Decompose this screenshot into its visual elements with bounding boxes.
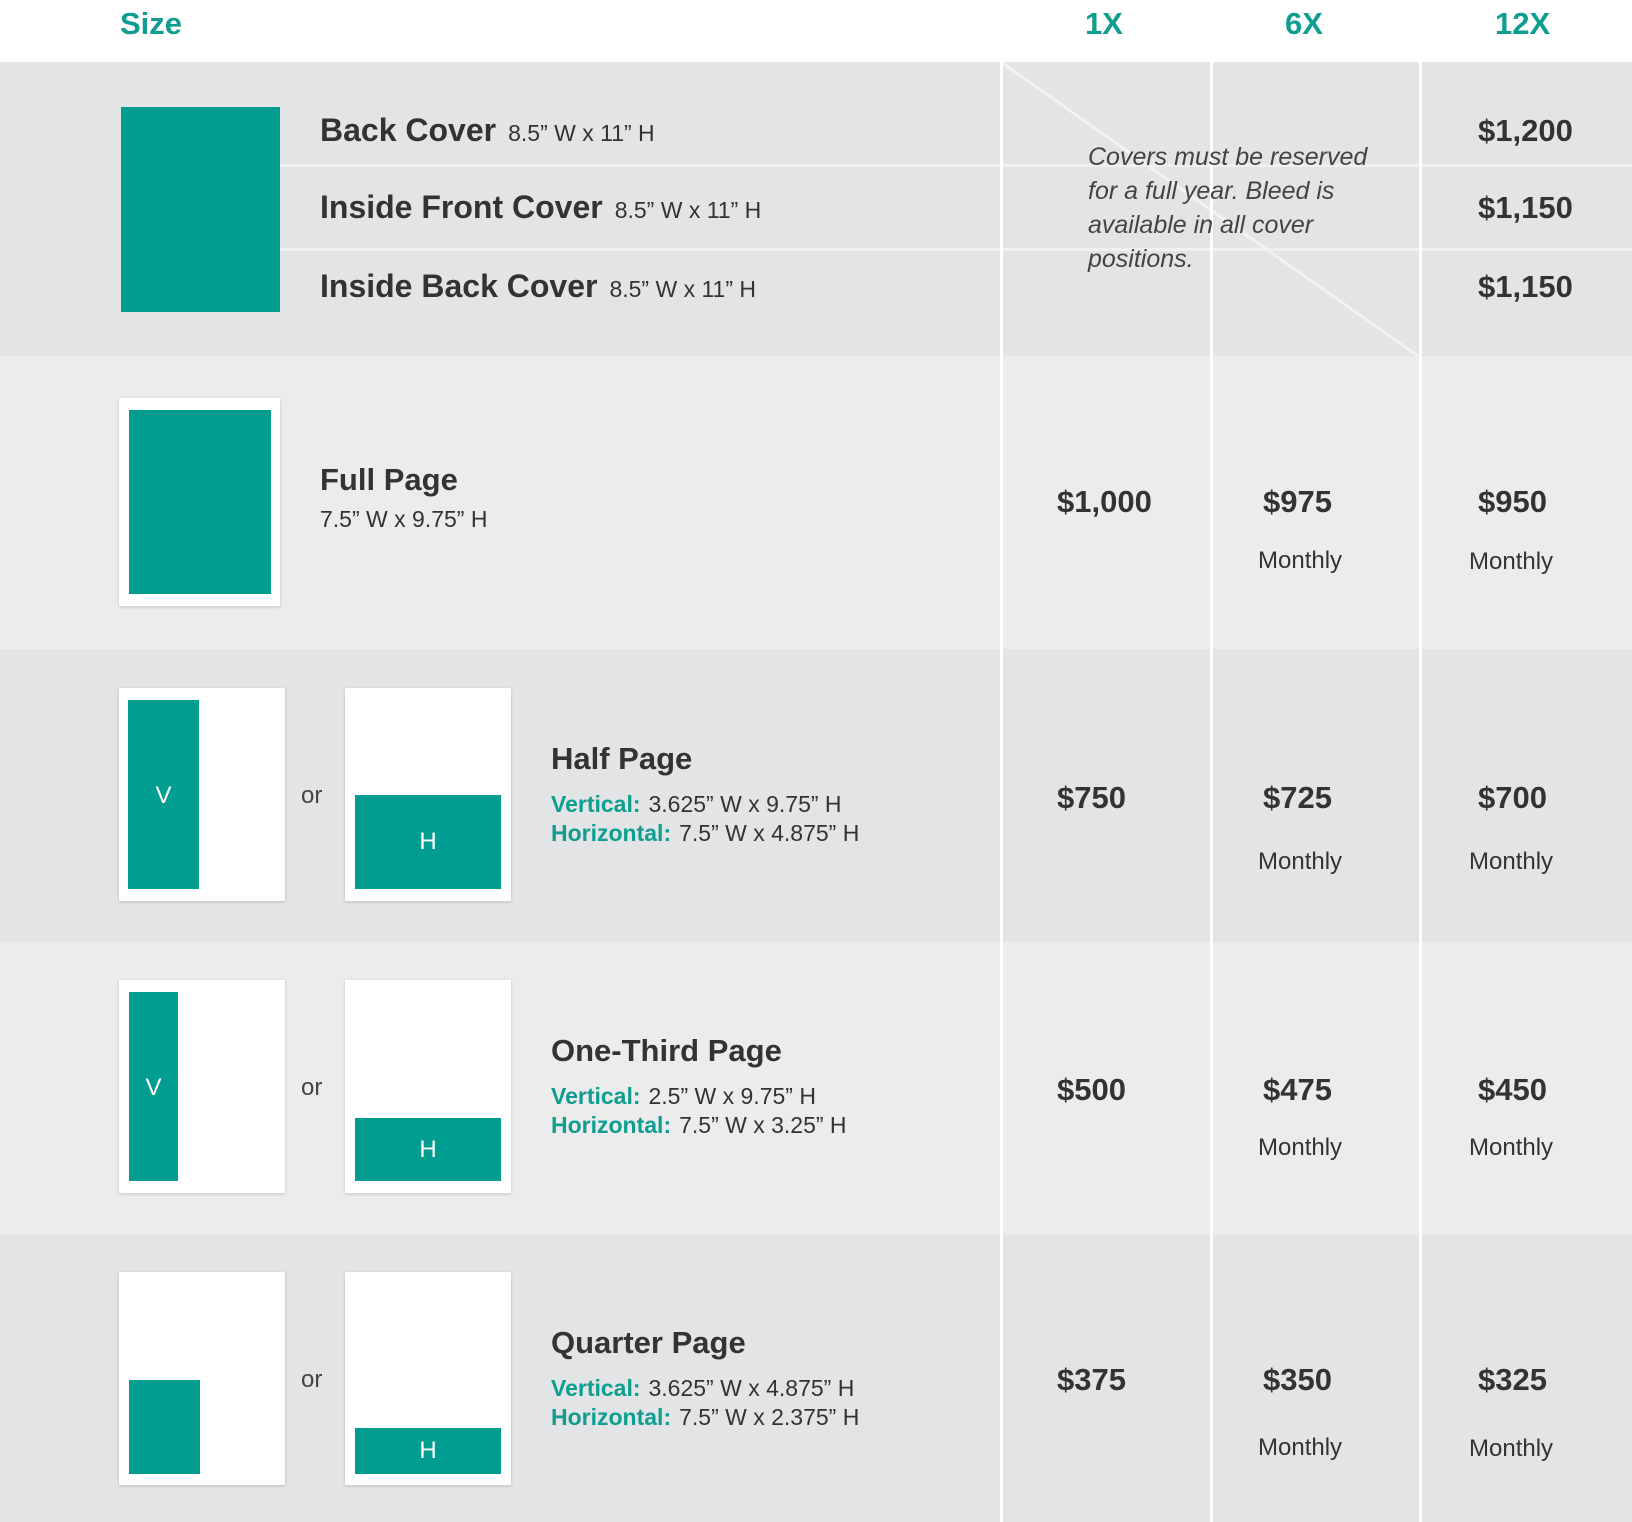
- full-page-ad-area: [129, 410, 271, 594]
- one-third-page-price-6x: $475: [1263, 1072, 1332, 1107]
- or-separator: or: [301, 1074, 323, 1101]
- column-header-size: Size: [120, 6, 183, 41]
- column-header-1x: 1X: [1085, 6, 1123, 41]
- quarter-page-frequency-6x: Monthly: [1258, 1434, 1343, 1461]
- or-separator: or: [301, 782, 323, 809]
- half-page-price-12x: $700: [1478, 780, 1547, 815]
- inside-front-cover-label: Inside Front Cover 8.5” W x 11” H: [320, 189, 762, 225]
- cover-divider: [280, 248, 1632, 251]
- quarter-page-frequency-12x: Monthly: [1469, 1435, 1554, 1462]
- inside-front-cover-price: $1,150: [1478, 190, 1573, 225]
- quarter-vertical-ad-area: [129, 1380, 200, 1474]
- inside-back-cover-price: $1,150: [1478, 269, 1573, 304]
- vertical-marker: V: [145, 1074, 162, 1101]
- one-third-horizontal-thumbnail: H: [345, 980, 511, 1193]
- quarter-page-price-12x: $325: [1478, 1362, 1547, 1397]
- full-page-dimensions: 7.5” W x 9.75” H: [320, 506, 488, 532]
- one-third-page-price-12x: $450: [1478, 1072, 1547, 1107]
- covers-note: Covers must be reserved for a full year.…: [1088, 143, 1368, 273]
- full-page-name: Full Page: [320, 462, 458, 497]
- column-divider: [1419, 62, 1422, 1522]
- full-page-thumbnail: [119, 398, 280, 606]
- one-third-page-name: One-Third Page: [551, 1033, 782, 1068]
- full-page-frequency-6x: Monthly: [1258, 547, 1343, 574]
- quarter-horizontal-thumbnail: H: [345, 1272, 511, 1485]
- half-page-vertical-thumbnail: V: [119, 688, 285, 901]
- one-third-page-frequency-12x: Monthly: [1469, 1134, 1554, 1161]
- column-header-12x: 12X: [1495, 6, 1551, 41]
- inside-back-cover-label: Inside Back Cover 8.5” W x 11” H: [320, 268, 756, 304]
- half-page-horizontal-dimensions: Horizontal: 7.5” W x 4.875” H: [551, 820, 860, 846]
- column-header-6x: 6X: [1285, 6, 1323, 41]
- quarter-page-name: Quarter Page: [551, 1325, 746, 1360]
- one-third-page-frequency-6x: Monthly: [1258, 1134, 1343, 1161]
- one-third-horizontal-dimensions: Horizontal: 7.5” W x 3.25” H: [551, 1112, 847, 1138]
- full-page-price-12x: $950: [1478, 484, 1547, 519]
- column-divider: [1210, 62, 1213, 1522]
- full-page-price-6x: $975: [1263, 484, 1332, 519]
- column-divider: [1000, 62, 1003, 1522]
- half-page-frequency-6x: Monthly: [1258, 848, 1343, 875]
- vertical-marker: V: [155, 782, 172, 809]
- half-page-vertical-dimensions: Vertical: 3.625” W x 9.75” H: [551, 791, 842, 817]
- half-page-horizontal-thumbnail: H: [345, 688, 511, 901]
- half-page-frequency-12x: Monthly: [1469, 848, 1554, 875]
- or-separator: or: [301, 1366, 323, 1393]
- horizontal-marker: H: [419, 1437, 437, 1464]
- half-page-price-1x: $750: [1057, 780, 1126, 815]
- quarter-vertical-dimensions: Vertical: 3.625” W x 4.875” H: [551, 1375, 855, 1401]
- horizontal-marker: H: [419, 828, 437, 855]
- quarter-horizontal-dimensions: Horizontal: 7.5” W x 2.375” H: [551, 1404, 860, 1430]
- back-cover-label: Back Cover 8.5” W x 11” H: [320, 112, 655, 148]
- full-page-frequency-12x: Monthly: [1469, 548, 1554, 575]
- half-page-price-6x: $725: [1263, 780, 1332, 815]
- half-page-name: Half Page: [551, 741, 693, 776]
- quarter-page-price-1x: $375: [1057, 1362, 1126, 1397]
- quarter-page-price-6x: $350: [1263, 1362, 1332, 1397]
- one-third-vertical-thumbnail: V: [119, 980, 285, 1193]
- horizontal-marker: H: [419, 1136, 437, 1163]
- quarter-vertical-thumbnail: [119, 1272, 285, 1485]
- full-page-price-1x: $1,000: [1057, 484, 1152, 519]
- cover-divider: [280, 164, 1632, 167]
- cover-thumbnail: [121, 107, 280, 312]
- one-third-page-price-1x: $500: [1057, 1072, 1126, 1107]
- back-cover-price: $1,200: [1478, 113, 1573, 148]
- one-third-vertical-dimensions: Vertical: 2.5” W x 9.75” H: [551, 1083, 816, 1109]
